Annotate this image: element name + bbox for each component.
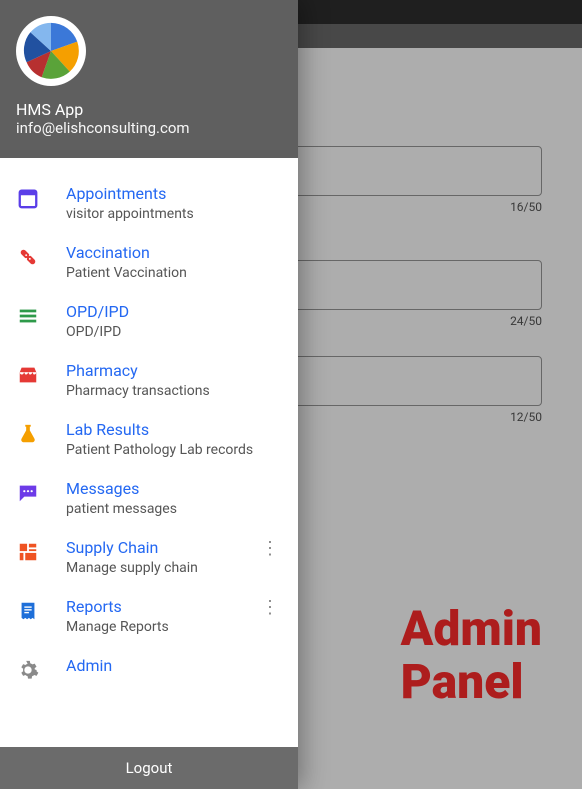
store-icon xyxy=(16,363,40,387)
sidebar-item-sub: visitor appointments xyxy=(66,205,282,223)
nav-drawer: HMS App info@elishconsulting.com Appoint… xyxy=(0,0,298,789)
sidebar-item-label: Appointments xyxy=(66,184,282,205)
sidebar-item-admin[interactable]: Admin xyxy=(0,646,298,692)
flask-icon xyxy=(16,422,40,446)
sidebar-item-vaccination[interactable]: Vaccination Patient Vaccination xyxy=(0,233,298,292)
overflow-menu-icon[interactable]: ⋮ xyxy=(258,538,282,559)
bandaid-icon xyxy=(16,245,40,269)
pie-chart-icon xyxy=(21,21,81,81)
sidebar-item-label: Pharmacy xyxy=(66,361,282,382)
sidebar-item-sub: OPD/IPD xyxy=(66,323,282,341)
sidebar-item-label: Reports xyxy=(66,597,258,618)
overflow-menu-icon[interactable]: ⋮ xyxy=(258,597,282,618)
sidebar-item-messages[interactable]: Messages patient messages xyxy=(0,469,298,528)
sidebar-item-supply[interactable]: Supply Chain Manage supply chain ⋮ xyxy=(0,528,298,587)
receipt-icon xyxy=(16,599,40,623)
sidebar-item-pharmacy[interactable]: Pharmacy Pharmacy transactions xyxy=(0,351,298,410)
sidebar-item-sub: Patient Vaccination xyxy=(66,264,282,282)
sidebar-item-sub: Manage supply chain xyxy=(66,559,258,577)
sidebar-item-label: Vaccination xyxy=(66,243,282,264)
list-icon xyxy=(16,304,40,328)
chat-icon xyxy=(16,481,40,505)
sidebar-item-sub: Manage Reports xyxy=(66,618,258,636)
sidebar-item-opdipd[interactable]: OPD/IPD OPD/IPD xyxy=(0,292,298,351)
sidebar-item-label: OPD/IPD xyxy=(66,302,282,323)
sidebar-item-appointments[interactable]: Appointments visitor appointments xyxy=(0,174,298,233)
sidebar-item-sub: Patient Pathology Lab records xyxy=(66,441,282,459)
sidebar-item-label: Lab Results xyxy=(66,420,282,441)
logout-button[interactable]: Logout xyxy=(0,747,298,789)
avatar xyxy=(16,16,86,86)
sidebar-item-label: Messages xyxy=(66,479,282,500)
sidebar-item-label: Admin xyxy=(66,656,282,677)
drawer-header: HMS App info@elishconsulting.com xyxy=(0,0,298,158)
calendar-icon xyxy=(16,186,40,210)
grid-icon xyxy=(16,540,40,564)
drawer-list: Appointments visitor appointments Vaccin… xyxy=(0,158,298,747)
gear-icon xyxy=(16,658,40,682)
app-name: HMS App xyxy=(16,100,282,119)
sidebar-item-sub: Pharmacy transactions xyxy=(66,382,282,400)
sidebar-item-sub: patient messages xyxy=(66,500,282,518)
app-email: info@elishconsulting.com xyxy=(16,119,282,137)
sidebar-item-label: Supply Chain xyxy=(66,538,258,559)
sidebar-item-lab[interactable]: Lab Results Patient Pathology Lab record… xyxy=(0,410,298,469)
sidebar-item-reports[interactable]: Reports Manage Reports ⋮ xyxy=(0,587,298,646)
